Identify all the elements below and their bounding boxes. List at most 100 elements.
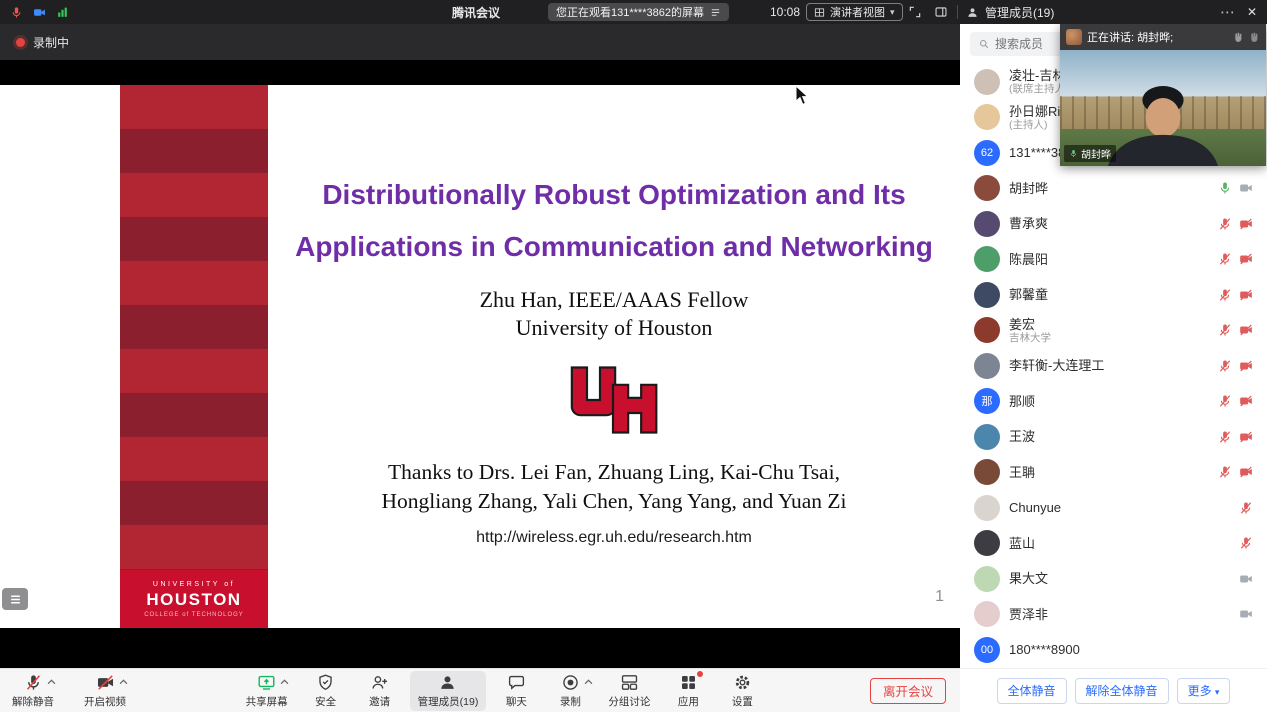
apps-icon <box>679 673 698 692</box>
member-text: 李轩衡-大连理工 <box>1009 358 1209 373</box>
toolbar-settings-button[interactable]: 设置 <box>718 671 766 711</box>
member-avatar <box>974 282 1000 308</box>
member-avatar <box>974 566 1000 592</box>
cam-off-icon[interactable] <box>1239 217 1253 231</box>
members-icon <box>966 6 979 19</box>
menubar-mic-icon[interactable] <box>10 6 23 19</box>
toolbar-screen-share-button[interactable]: 共享屏幕 <box>238 671 296 711</box>
member-name: 姜宏 <box>1009 317 1209 332</box>
toolbar-mic-off-button[interactable]: 解除静音 <box>4 671 62 711</box>
mute-all-button[interactable]: 全体静音 <box>997 678 1067 704</box>
applause-icon[interactable] <box>1231 31 1244 44</box>
more-options-icon[interactable]: ⋯ <box>1220 0 1236 24</box>
cam-icon[interactable] <box>1239 572 1253 586</box>
member-avatar <box>974 601 1000 627</box>
watching-notice: 您正在观看131****3862的屏幕 <box>548 3 729 21</box>
chevron-up-icon[interactable] <box>280 679 289 685</box>
member-name: 李轩衡-大连理工 <box>1009 358 1209 373</box>
mic-off-icon[interactable] <box>1239 501 1253 515</box>
notice-menu-icon[interactable] <box>710 7 721 18</box>
more-button[interactable]: 更多 ▾ <box>1177 678 1231 704</box>
chevron-up-icon[interactable] <box>584 679 593 685</box>
slide-url: http://wireless.egr.uh.edu/research.htm <box>268 529 960 547</box>
member-row[interactable]: 00 180****8900 <box>960 632 1267 668</box>
member-name: 胡封晔 <box>1009 181 1209 196</box>
toolbar-items: 共享屏幕 安全 邀请 管理成员(19) 聊天 录制 <box>134 671 870 711</box>
members-icon <box>438 673 457 692</box>
mic-off-icon[interactable] <box>1218 465 1232 479</box>
list-icon <box>9 593 22 606</box>
cam-off-icon[interactable] <box>1239 394 1253 408</box>
member-row[interactable]: 王波 <box>960 419 1267 455</box>
member-status-icons <box>1218 465 1253 479</box>
mic-off-icon[interactable] <box>1218 252 1232 266</box>
chevron-up-icon[interactable] <box>119 679 128 685</box>
chevron-up-icon[interactable] <box>47 679 56 685</box>
mic-off-icon[interactable] <box>1218 359 1232 373</box>
toolbar-members-button[interactable]: 管理成员(19) <box>410 671 487 711</box>
member-status-icons <box>1239 572 1253 586</box>
member-row[interactable]: 蓝山 <box>960 526 1267 562</box>
cam-off-icon[interactable] <box>1239 465 1253 479</box>
toolbar-item-label: 分组讨论 <box>608 694 650 709</box>
unmute-all-button[interactable]: 解除全体静音 <box>1075 678 1169 704</box>
cam-off-icon[interactable] <box>1239 252 1253 266</box>
reaction-icons <box>1231 31 1260 44</box>
member-row[interactable]: 陈晨阳 <box>960 242 1267 278</box>
member-row[interactable]: 果大文 <box>960 561 1267 597</box>
toolbar-breakout-button[interactable]: 分组讨论 <box>600 671 658 711</box>
fullscreen-toggle[interactable] <box>908 0 922 24</box>
member-row[interactable]: 胡封晔 <box>960 171 1267 207</box>
member-row[interactable]: 姜宏 吉林大学 <box>960 313 1267 349</box>
toolbar-shield-button[interactable]: 安全 <box>302 671 350 711</box>
toolbar-invite-button[interactable]: 邀请 <box>356 671 404 711</box>
leave-meeting-button[interactable]: 离开会议 <box>870 678 946 704</box>
member-row[interactable]: Chunyue <box>960 490 1267 526</box>
mic-off-icon[interactable] <box>1218 394 1232 408</box>
mic-off-icon[interactable] <box>1239 536 1253 550</box>
slide-affiliation: University of Houston <box>268 315 960 341</box>
member-row[interactable]: 郭馨童 <box>960 277 1267 313</box>
member-avatar <box>974 104 1000 130</box>
cam-off-icon[interactable] <box>1239 288 1253 302</box>
cam-icon[interactable] <box>1239 607 1253 621</box>
mic-off-icon[interactable] <box>1218 288 1232 302</box>
speaker-video-window: 正在讲话: 胡封晔; 胡封晔 <box>1060 24 1266 166</box>
screen-share-icon <box>257 673 276 692</box>
member-row[interactable]: 王聃 <box>960 455 1267 491</box>
cam-icon[interactable] <box>1239 181 1253 195</box>
toolbar-apps-button[interactable]: 应用 <box>664 671 712 711</box>
speaking-label: 正在讲话: 胡封晔; <box>1087 29 1173 45</box>
mic-off-icon[interactable] <box>1218 430 1232 444</box>
annotation-panel-toggle[interactable] <box>2 588 28 610</box>
member-name: 郭馨童 <box>1009 287 1209 302</box>
menubar-stats-icon[interactable] <box>56 6 69 19</box>
window-layout-toggle[interactable] <box>934 0 948 24</box>
mic-off-icon[interactable] <box>1218 217 1232 231</box>
recording-indicator[interactable]: 录制中 <box>0 24 960 60</box>
cam-off-icon[interactable] <box>1239 359 1253 373</box>
wave-hand-icon[interactable] <box>1247 31 1260 44</box>
toolbar-record-button[interactable]: 录制 <box>546 671 594 711</box>
speaker-avatar <box>1066 29 1082 45</box>
menubar-camera-icon[interactable] <box>33 6 46 19</box>
member-row[interactable]: 曹承爽 <box>960 206 1267 242</box>
member-row[interactable]: 李轩衡-大连理工 <box>960 348 1267 384</box>
window-icon <box>934 5 948 19</box>
toolbar-chat-button[interactable]: 聊天 <box>492 671 540 711</box>
member-row[interactable]: 贾泽非 <box>960 597 1267 633</box>
cam-off-icon[interactable] <box>1239 430 1253 444</box>
member-text: 陈晨阳 <box>1009 252 1209 267</box>
member-status-icons <box>1218 217 1253 231</box>
mic-off-icon[interactable] <box>1218 323 1232 337</box>
close-panel-icon[interactable]: ✕ <box>1247 0 1257 24</box>
view-mode-select[interactable]: 演讲者视图 ▾ <box>806 3 903 21</box>
cam-off-icon[interactable] <box>1239 323 1253 337</box>
mic-icon[interactable] <box>1218 181 1232 195</box>
member-name: 蓝山 <box>1009 536 1230 551</box>
member-row[interactable]: 那 那顺 <box>960 384 1267 420</box>
toolbar-cam-off-button[interactable]: 开启视频 <box>76 671 134 711</box>
slide-title: Distributionally Robust Optimization and… <box>268 169 960 273</box>
member-avatar <box>974 317 1000 343</box>
member-status-icons <box>1218 181 1253 195</box>
